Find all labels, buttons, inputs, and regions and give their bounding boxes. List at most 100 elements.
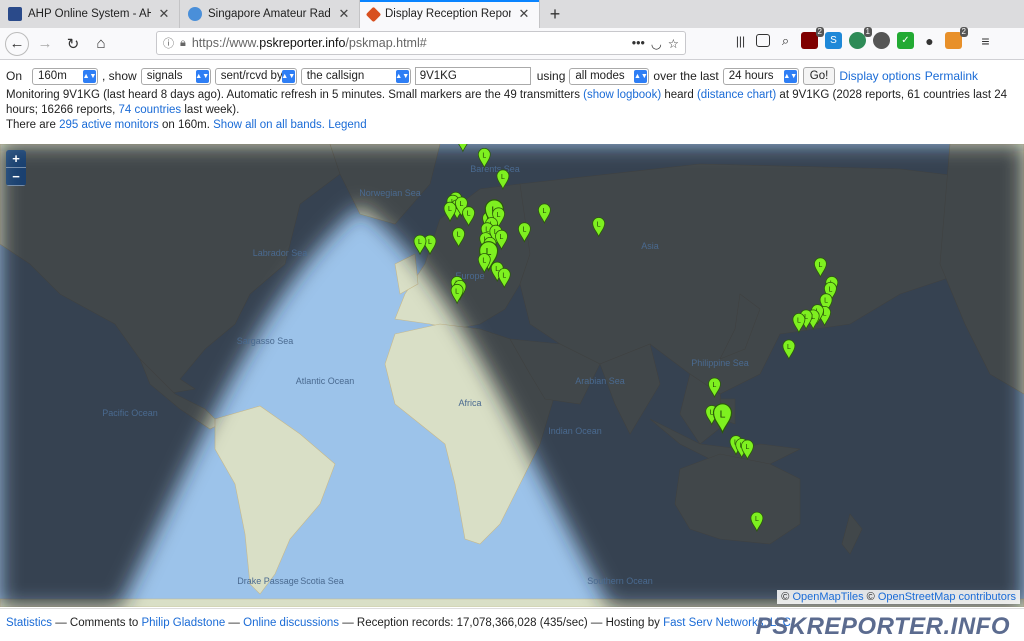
- marker-label: L: [502, 272, 506, 279]
- badge-count: 2: [815, 27, 824, 37]
- footer: Statistics — Comments to Philip Gladston…: [0, 608, 1024, 640]
- zoom-in-button[interactable]: +: [6, 150, 26, 168]
- dropdown-arrow-icon: ▲▼: [281, 69, 295, 83]
- marker-label: L: [542, 208, 546, 215]
- monitoring-info: Monitoring 9V1KG (last heard 8 days ago)…: [6, 88, 1016, 118]
- badge-count: 1: [863, 27, 872, 37]
- marker-label: L: [522, 227, 526, 234]
- home-button[interactable]: ⌂: [89, 32, 113, 56]
- reception-map[interactable]: Labrador Sea Sargasso Sea Atlantic Ocean Pa…: [0, 144, 1024, 607]
- period-value: 24 hours: [728, 70, 774, 82]
- map-label: Atlantic Ocean: [296, 376, 355, 386]
- dropdown-arrow-icon: ▲▼: [83, 69, 96, 83]
- map-label: Barents Sea: [470, 164, 520, 174]
- map-label: Scotia Sea: [300, 576, 344, 586]
- map-canvas[interactable]: Labrador Sea Sargasso Sea Atlantic Ocean Pa…: [0, 144, 1024, 607]
- lock-icon[interactable]: 🔒︎: [180, 37, 186, 50]
- extension-blue-icon[interactable]: S: [825, 32, 842, 49]
- go-button[interactable]: Go!: [802, 67, 836, 85]
- what-select[interactable]: signals ▲▼: [140, 67, 211, 85]
- badge-count: 2: [959, 27, 968, 37]
- active-monitors-link[interactable]: 295 active monitors: [59, 119, 159, 131]
- author-link[interactable]: Philip Gladstone: [141, 617, 225, 629]
- marker-label: L: [824, 298, 828, 305]
- tab-singapore[interactable]: Singapore Amateur Radio Transmitting ✕: [180, 0, 360, 28]
- map-attribution: © OpenMapTiles © OpenStreetMap contribut…: [777, 590, 1020, 604]
- display-options-link[interactable]: Display options: [839, 69, 920, 83]
- sidebar-icon[interactable]: [756, 34, 770, 47]
- library-icon[interactable]: |||: [732, 32, 749, 49]
- map-label: Sargasso Sea: [237, 336, 294, 346]
- tab-bar: AHP Online System - AHP-OS ✕ Singapore A…: [0, 0, 1024, 28]
- footer-segment: — Reception records: 17,078,366,028 (435…: [339, 617, 664, 629]
- map-label: Philippine Sea: [691, 358, 749, 368]
- marker-label: L: [797, 317, 801, 324]
- band-select[interactable]: 160m ▲▼: [32, 67, 99, 85]
- back-arrow-icon: ←: [9, 35, 25, 52]
- tab-ahp[interactable]: AHP Online System - AHP-OS ✕: [0, 0, 180, 28]
- dropdown-arrow-icon: ▲▼: [195, 69, 209, 83]
- menu-icon[interactable]: ≡: [977, 32, 994, 49]
- close-icon[interactable]: ✕: [337, 6, 351, 22]
- direction-value: sent/rcvd by: [220, 70, 283, 82]
- online-discussions-link[interactable]: Online discussions: [243, 617, 339, 629]
- countries-link[interactable]: 74 countries: [119, 104, 182, 116]
- legend-link[interactable]: Legend: [328, 119, 366, 131]
- callsign-input[interactable]: 9V1KG: [414, 67, 531, 85]
- page-actions-menu-icon[interactable]: •••: [632, 36, 645, 50]
- map-label: Drake Passage: [237, 576, 299, 586]
- account-icon[interactable]: [873, 32, 890, 49]
- map-label: Arabian Sea: [575, 376, 625, 386]
- site-brand: PSKREPORTER.INFO: [755, 613, 1010, 640]
- reload-button[interactable]: ↻: [61, 32, 85, 56]
- zoom-out-button[interactable]: −: [6, 168, 26, 186]
- forward-button[interactable]: →: [33, 32, 57, 56]
- marker-label: L: [482, 258, 486, 265]
- extension-orange-icon[interactable]: 2: [945, 27, 968, 49]
- map-label: Norwegian Sea: [359, 188, 421, 198]
- pocket-icon[interactable]: ◡: [651, 36, 662, 51]
- mode-select[interactable]: all modes ▲▼: [569, 67, 650, 85]
- marker-label: L: [713, 382, 717, 389]
- direction-select[interactable]: sent/rcvd by ▲▼: [214, 67, 297, 85]
- checkmark-icon[interactable]: ✓: [897, 32, 914, 49]
- permalink-link[interactable]: Permalink: [925, 69, 978, 83]
- marker-label: L: [497, 212, 501, 219]
- distance-chart-link[interactable]: (distance chart): [697, 89, 776, 101]
- tab-reception-reports[interactable]: Display Reception Reports ✕: [360, 0, 540, 28]
- info-icon[interactable]: ⓘ: [163, 35, 174, 51]
- over-label: over the last: [653, 69, 719, 83]
- footer-text: Statistics — Comments to Philip Gladston…: [6, 617, 791, 629]
- copyright-symbol: ©: [866, 591, 875, 603]
- back-button[interactable]: ←: [5, 31, 29, 56]
- marker-label: L: [428, 239, 432, 246]
- dropdown-arrow-icon: ▲▼: [783, 69, 797, 83]
- statistics-link[interactable]: Statistics: [6, 617, 52, 629]
- zoom-controls: + −: [6, 150, 26, 186]
- query-controls: On 160m ▲▼ , show signals ▲▼ sent/rcvd by ▲…: [6, 67, 978, 85]
- bookmark-star-icon[interactable]: ☆: [668, 36, 679, 51]
- target-value: the callsign: [306, 70, 365, 82]
- show-all-bands-link[interactable]: Show all on all bands.: [213, 119, 325, 131]
- reload-icon: ↻: [66, 35, 80, 53]
- url-domain: pskreporter.info: [259, 36, 346, 50]
- home-icon: ⌂: [96, 35, 106, 52]
- info-text: on 160m.: [158, 119, 214, 131]
- show-logbook-link[interactable]: (show logbook): [583, 89, 661, 101]
- extension-green-icon[interactable]: 1: [849, 27, 872, 49]
- new-tab-button[interactable]: +: [540, 0, 570, 28]
- openmaptiles-link[interactable]: OpenMapTiles: [792, 591, 863, 603]
- copyright-symbol: ©: [781, 591, 790, 603]
- map-label: Labrador Sea: [253, 248, 308, 258]
- close-icon[interactable]: ✕: [157, 6, 171, 22]
- extension-dots-icon[interactable]: ●: [921, 32, 938, 49]
- address-bar[interactable]: ⓘ 🔒︎ https://www.pskreporter.info/pskmap…: [156, 31, 686, 55]
- marker-label: L: [500, 234, 504, 241]
- ublock-icon[interactable]: 2: [801, 27, 824, 49]
- openstreetmap-link[interactable]: OpenStreetMap contributors: [878, 591, 1016, 603]
- target-select[interactable]: the callsign ▲▼: [300, 67, 411, 85]
- sarts-favicon-icon: [188, 7, 202, 21]
- search-icon[interactable]: ⌕: [777, 32, 794, 49]
- period-select[interactable]: 24 hours ▲▼: [722, 67, 799, 85]
- close-icon[interactable]: ✕: [517, 6, 531, 22]
